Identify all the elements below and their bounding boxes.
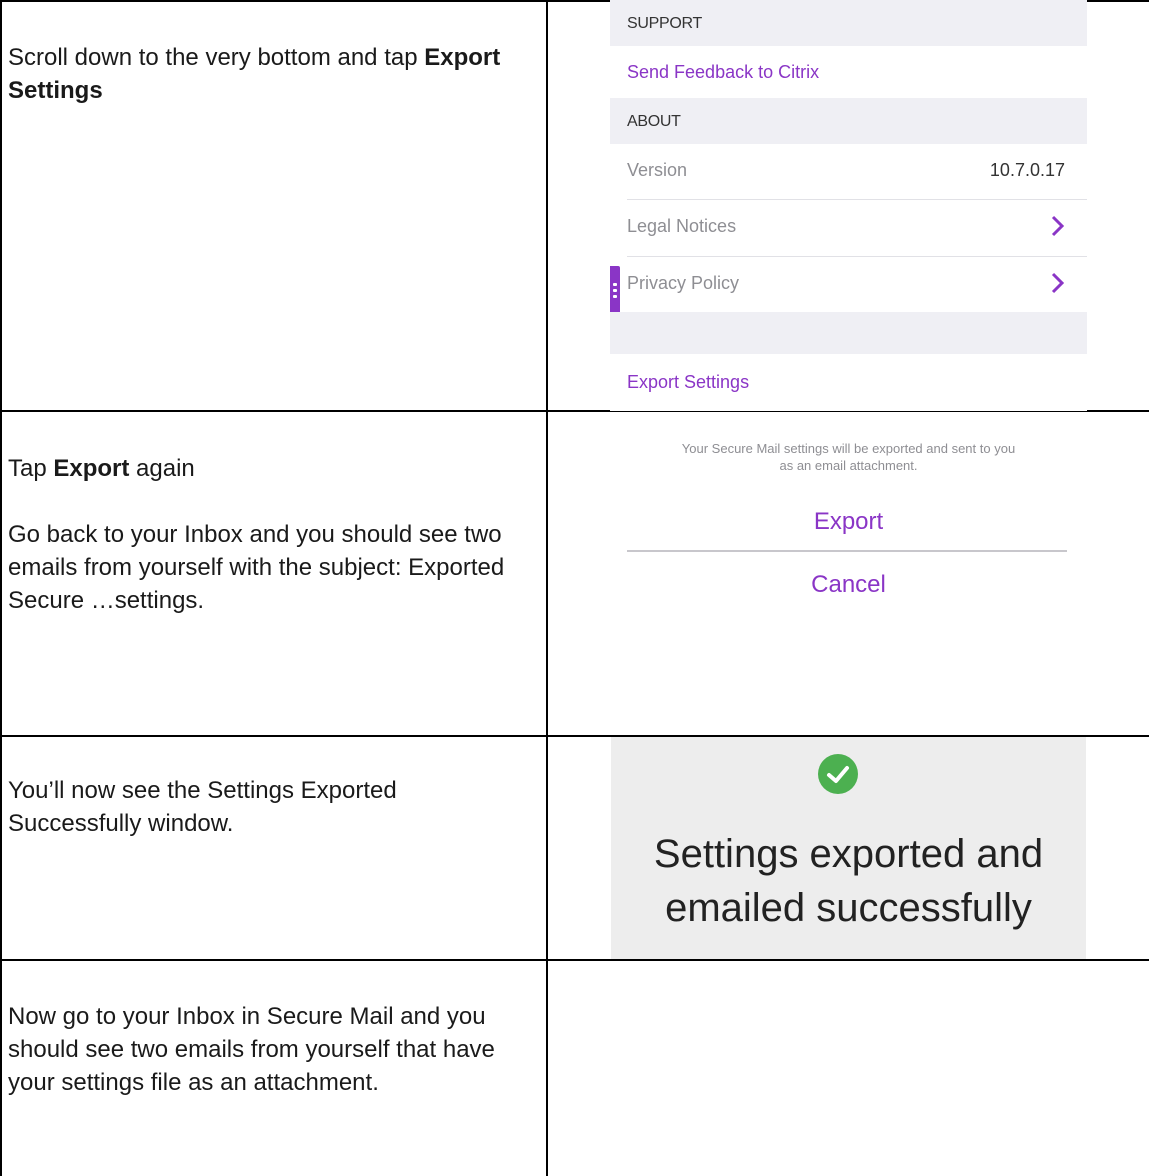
step-1-text: Scroll down to the very bottom and tap E…	[8, 44, 501, 104]
legal-notices-row[interactable]: Legal Notices	[610, 200, 1087, 256]
export-settings-row[interactable]: Export Settings	[610, 354, 1087, 410]
version-value: 10.7.0.17	[989, 160, 1065, 180]
support-section-header: SUPPORT	[610, 0, 1087, 46]
export-dialog-message-line: Your Secure Mail settings will be export…	[681, 441, 1016, 456]
step-2-text: Tap Export again	[8, 455, 195, 482]
step-1-instruction: Scroll down to the very bottom and tap E…	[8, 41, 528, 107]
step-2-instruction: Tap Export again Go back to your Inbox a…	[8, 452, 528, 617]
step-3-text: You’ll now see the Settings Exported Suc…	[8, 777, 397, 837]
export-dialog-message-line: as an email attachment.	[779, 458, 918, 473]
export-button[interactable]: Export	[610, 508, 1087, 536]
legal-notices-label: Legal Notices	[627, 216, 737, 236]
settings-screenshot: SUPPORT Send Feedback to Citrix ABOUT Ve…	[610, 0, 1087, 411]
about-section-header: ABOUT	[610, 98, 1087, 144]
export-settings-label: Export Settings	[627, 372, 750, 392]
send-feedback-label: Send Feedback to Citrix	[627, 62, 820, 82]
export-dialog-screenshot: Your Secure Mail settings will be export…	[610, 413, 1087, 625]
chevron-right-icon	[1051, 215, 1065, 237]
version-row: Version 10.7.0.17	[610, 144, 1087, 200]
blank-section-header	[610, 312, 1087, 354]
step-3-instruction: You’ll now see the Settings Exported Suc…	[8, 774, 478, 840]
table-row-divider	[0, 959, 1149, 961]
success-message-line: Settings exported and	[653, 832, 1044, 876]
step-2-note: Go back to your Inbox and you should see…	[8, 521, 505, 614]
table-border-left	[0, 0, 2, 1176]
export-dialog-message: Your Secure Mail settings will be export…	[610, 440, 1087, 474]
success-screenshot: Settings exported and emailed successful…	[611, 737, 1086, 959]
cancel-button[interactable]: Cancel	[610, 571, 1087, 599]
step-4-instruction: Now go to your Inbox in Secure Mail and …	[8, 1000, 508, 1099]
success-message-line: emailed successfully	[665, 886, 1032, 930]
privacy-policy-row[interactable]: Privacy Policy	[610, 257, 1087, 313]
step-4-text: Now go to your Inbox in Secure Mail and …	[8, 1003, 495, 1096]
about-header-label: ABOUT	[627, 113, 681, 130]
version-label: Version	[627, 160, 688, 180]
chevron-right-icon	[1051, 272, 1065, 294]
success-check-icon	[818, 754, 858, 794]
table-column-divider	[546, 0, 548, 1176]
send-feedback-row[interactable]: Send Feedback to Citrix	[610, 46, 1087, 98]
dialog-separator	[627, 550, 1067, 552]
side-drawer-handle[interactable]	[610, 266, 620, 318]
privacy-policy-label: Privacy Policy	[627, 273, 740, 293]
support-header-label: SUPPORT	[627, 15, 702, 32]
